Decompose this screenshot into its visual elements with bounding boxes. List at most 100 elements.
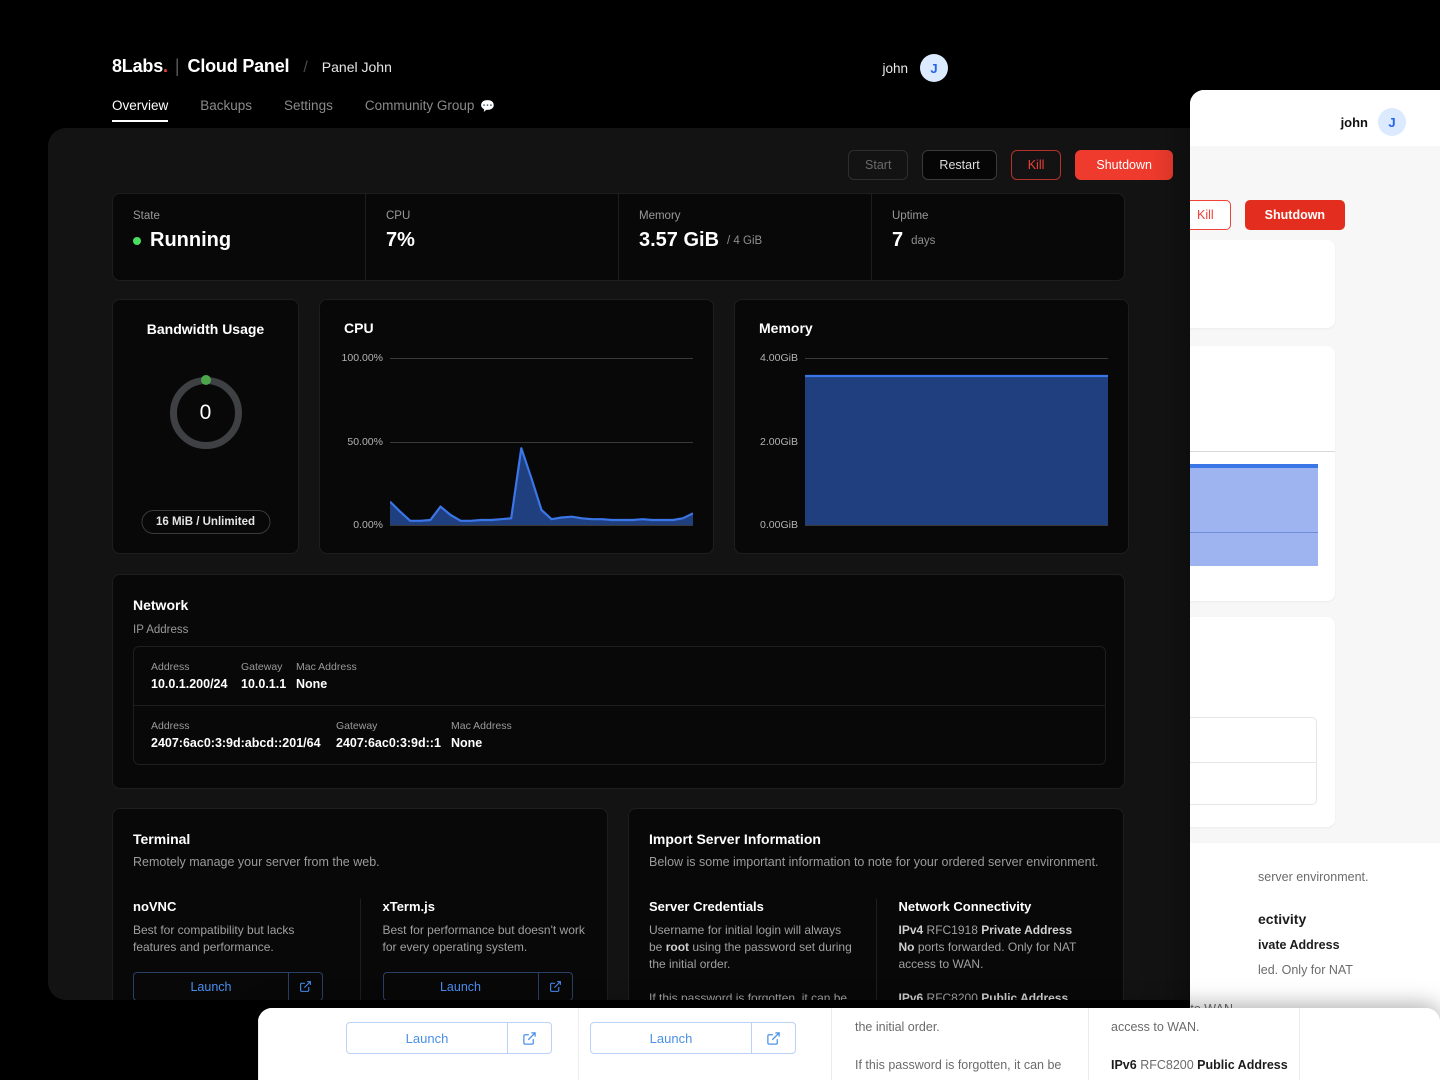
overlay-launch-button-xterm[interactable]: Launch	[590, 1022, 752, 1054]
network-connectivity-title: Network Connectivity	[899, 899, 1104, 914]
memory-chart-title: Memory	[759, 320, 813, 336]
table-row[interactable]: Address 2407:6ac0:3:9d:abcd::201/64 Gate…	[134, 706, 1105, 764]
overlay-bottom-ipv6-public: Public Address	[1197, 1058, 1288, 1072]
kill-button[interactable]: Kill	[1011, 150, 1062, 180]
brand-dot: .	[163, 56, 168, 76]
bandwidth-quota-badge: 16 MiB / Unlimited	[141, 510, 270, 534]
stat-state-label: State	[133, 210, 345, 222]
y-tick-label: 100.00%	[342, 352, 383, 364]
user-menu[interactable]: john J	[882, 54, 948, 82]
external-link-icon[interactable]	[539, 972, 573, 1000]
xterm-launch-group: Launch	[383, 972, 573, 1000]
screen-root: 8Labs. | Cloud Panel / Panel John john J…	[0, 0, 1440, 1080]
overlay-header: john J	[1190, 90, 1440, 146]
xterm-desc: Best for performance but doesn't work fo…	[383, 922, 588, 956]
cpu-chart-plot: 0.00%50.00%100.00%	[390, 358, 693, 525]
overlay-mem-area	[1190, 464, 1318, 566]
server-credentials-section: Server Credentials Username for initial …	[649, 899, 876, 1000]
overlay-stat-strip	[1190, 240, 1335, 328]
restart-button[interactable]: Restart	[922, 150, 996, 180]
y-tick-label: 0.00GiB	[760, 519, 798, 531]
col-mac-label: Mac Address	[451, 720, 512, 732]
network-gateway-cell: Gateway 10.0.1.1	[241, 661, 296, 691]
start-button[interactable]: Start	[848, 150, 908, 180]
external-link-icon[interactable]	[508, 1022, 552, 1054]
stat-cpu: CPU 7%	[366, 194, 619, 280]
overlay-memory-chart-card	[1190, 346, 1335, 601]
tab-overview[interactable]: Overview	[112, 98, 168, 122]
brand-product: Cloud Panel	[188, 56, 290, 77]
address-value: 2407:6ac0:3:9d:abcd::201/64	[151, 736, 336, 750]
server-credentials-body: Username for initial login will always b…	[649, 922, 854, 1000]
overlay-launch-button-novnc[interactable]: Launch	[346, 1022, 508, 1054]
shutdown-button[interactable]: Shutdown	[1075, 150, 1173, 180]
tab-overview-label: Overview	[112, 98, 168, 113]
overlay-bottom-text-b: If this password is forgotten, it can be	[855, 1056, 1061, 1074]
stat-cpu-value: 7%	[386, 229, 598, 252]
overlay-connectivity-body: ivate Address led. Only for NAT	[1258, 933, 1353, 983]
bandwidth-value: 0	[170, 377, 242, 449]
stat-uptime: Uptime 7days	[872, 194, 1124, 280]
overlay-bottom-ipv6-label: IPv6	[1111, 1058, 1137, 1072]
memory-chart-card: Memory 0.00GiB2.00GiB4.00GiB	[734, 299, 1129, 554]
overlay-network-card	[1190, 617, 1335, 827]
ipv4-rfc: RFC1918	[923, 923, 981, 937]
overlay-bottom-text-c: access to WAN.	[1111, 1018, 1199, 1036]
user-name: john	[882, 61, 908, 76]
network-connectivity-body: IPv4 RFC1918 Private Address No ports fo…	[899, 922, 1104, 1000]
overlay-bottom-text-d: IPv6 RFC8200 Public Address	[1111, 1056, 1288, 1074]
overlay-shutdown-button[interactable]: Shutdown	[1245, 200, 1345, 230]
xterm-title: xTerm.js	[383, 899, 588, 914]
overlay-user-menu[interactable]: john J	[1341, 108, 1406, 136]
y-tick-label: 4.00GiB	[760, 352, 798, 364]
terminal-title: Terminal	[133, 831, 587, 847]
overlay-avatar: J	[1378, 108, 1406, 136]
external-link-icon[interactable]	[289, 972, 323, 1000]
light-theme-preview-bottom: Launch Launch the initial order. If this…	[258, 1008, 1440, 1080]
ipv4-label: IPv4	[899, 923, 924, 937]
stat-strip: State Running CPU 7% Memory 3.57 GiB/ 4 …	[112, 193, 1125, 281]
address-value: 10.0.1.200/24	[151, 677, 241, 691]
metric-cards: Bandwidth Usage 0 16 MiB / Unlimited CPU…	[112, 299, 1129, 554]
terminal-subtitle: Remotely manage your server from the web…	[133, 855, 587, 869]
tab-backups[interactable]: Backups	[200, 98, 252, 122]
gateway-value: 2407:6ac0:3:9d::1	[336, 736, 451, 750]
ipv4-private: Private Address	[981, 923, 1072, 937]
novnc-title: noVNC	[133, 899, 338, 914]
overlay-user-name: john	[1341, 115, 1368, 130]
tab-community-group-label: Community Group	[365, 98, 475, 113]
xterm-launch-button[interactable]: Launch	[383, 972, 539, 1000]
stat-uptime-value: 7days	[892, 229, 1104, 252]
overlay-bottom-text-a: the initial order.	[855, 1018, 940, 1036]
no-rest: ports forwarded. Only for NAT access to …	[899, 940, 1077, 971]
stat-memory-sub: / 4 GiB	[727, 235, 762, 247]
table-row[interactable]: Address 10.0.1.200/24 Gateway 10.0.1.1 M…	[134, 647, 1105, 706]
overlay-connectivity-title: ectivity	[1258, 911, 1353, 927]
y-tick-label: 0.00%	[353, 519, 383, 531]
overlay-import-subtitle: server environment.	[1258, 843, 1432, 886]
ipv6-public: Public Address	[981, 991, 1068, 1000]
col-address-label: Address	[151, 661, 241, 673]
import-info-subtitle: Below is some important information to n…	[649, 855, 1103, 869]
overlay-kill-button[interactable]: Kill	[1190, 200, 1231, 230]
stat-uptime-label: Uptime	[892, 210, 1104, 222]
col-gateway-label: Gateway	[336, 720, 451, 732]
network-connectivity-section: Network Connectivity IPv4 RFC1918 Privat…	[876, 899, 1104, 1000]
import-info-card: Import Server Information Below is some …	[628, 808, 1124, 1000]
network-gateway-cell: Gateway 2407:6ac0:3:9d::1	[336, 720, 451, 750]
breadcrumb-current[interactable]: Panel John	[322, 59, 392, 75]
col-mac-label: Mac Address	[296, 661, 357, 673]
tab-community-group[interactable]: Community Group💬	[365, 98, 496, 122]
network-subtitle: IP Address	[133, 624, 1104, 636]
network-mac-cell: Mac Address None	[296, 661, 357, 691]
tab-settings[interactable]: Settings	[284, 98, 333, 122]
external-link-icon[interactable]	[752, 1022, 796, 1054]
novnc-launch-button[interactable]: Launch	[133, 972, 289, 1000]
overlay-bottom-ipv6-rfc: RFC8200	[1137, 1058, 1197, 1072]
bandwidth-card: Bandwidth Usage 0 16 MiB / Unlimited	[112, 299, 299, 554]
stat-state-value: Running	[133, 229, 345, 252]
brand-logo[interactable]: 8Labs.	[112, 56, 168, 77]
app-header: 8Labs. | Cloud Panel / Panel John john J…	[0, 0, 1200, 128]
memory-chart-plot: 0.00GiB2.00GiB4.00GiB	[805, 358, 1108, 525]
bandwidth-title: Bandwidth Usage	[113, 321, 298, 337]
